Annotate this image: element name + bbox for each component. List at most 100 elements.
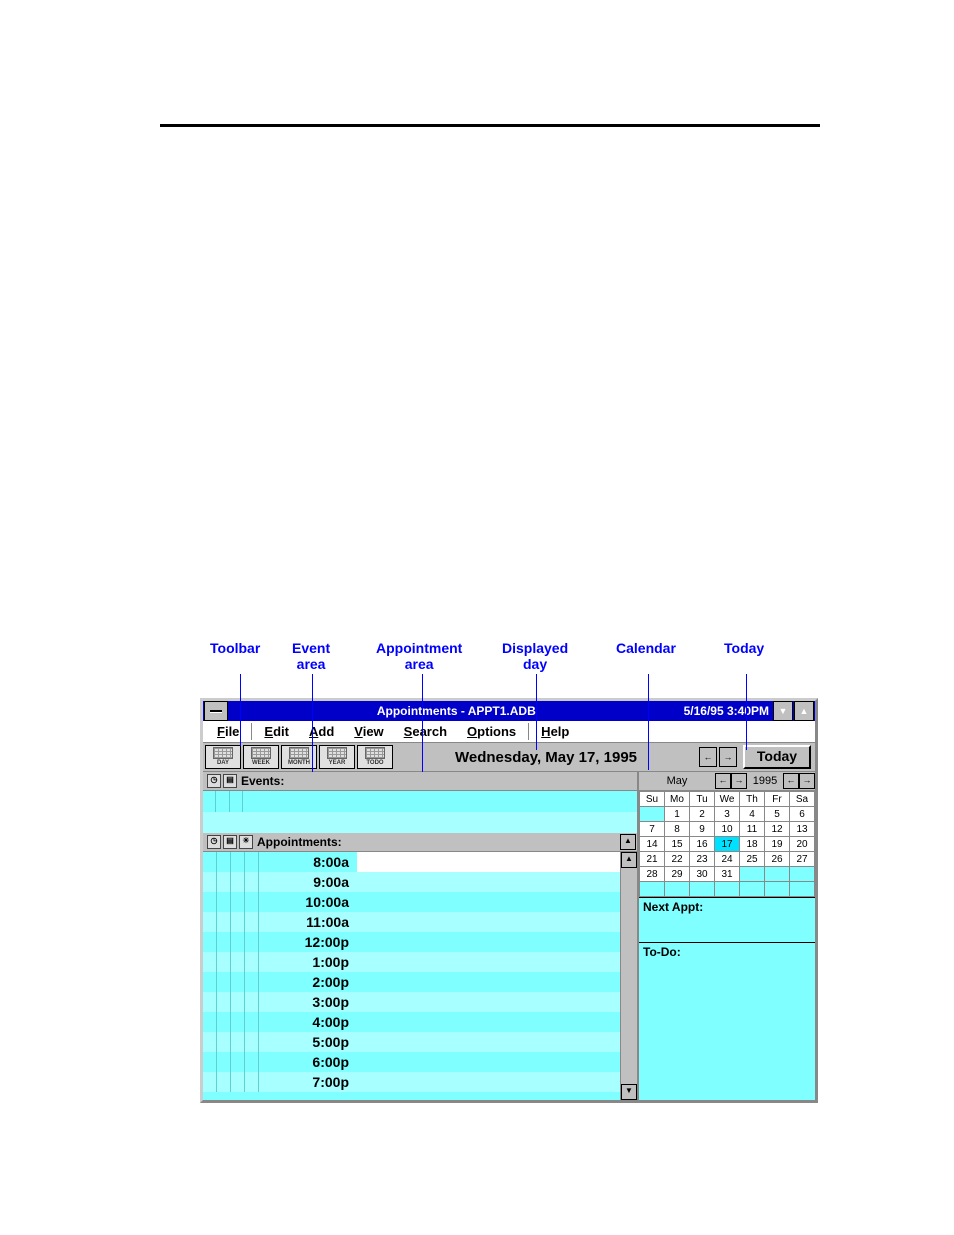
- calendar-cell[interactable]: 20: [790, 837, 815, 852]
- appointment-row[interactable]: 2:00p: [203, 972, 637, 992]
- alarm-icon[interactable]: ☀: [239, 835, 253, 849]
- calendar-cell[interactable]: 29: [665, 867, 690, 882]
- appointments-scrollbar[interactable]: ▲ ▼: [620, 852, 637, 1100]
- appointment-slot[interactable]: [357, 1052, 637, 1072]
- calendar-month: May: [639, 775, 715, 787]
- calendar-cell: [640, 882, 665, 897]
- calendar-cell[interactable]: 16: [690, 837, 715, 852]
- calendar-cell[interactable]: 26: [765, 852, 790, 867]
- next-appt-label: Next Appt:: [643, 900, 703, 914]
- calendar-cell[interactable]: 12: [765, 822, 790, 837]
- calendar-cell: [790, 867, 815, 882]
- menu-edit[interactable]: Edit: [254, 723, 299, 740]
- toolbar-todo-button[interactable]: TODO: [357, 745, 393, 769]
- calendar-cell[interactable]: 4: [740, 807, 765, 822]
- titlebar-datetime: 5/16/95 3:40PM: [684, 704, 769, 718]
- scroll-up-button[interactable]: ▲: [620, 834, 636, 850]
- prev-year-button[interactable]: ←: [783, 773, 799, 789]
- calendar-cell[interactable]: 17: [715, 837, 740, 852]
- prev-day-button[interactable]: ←: [699, 747, 717, 767]
- clock-icon[interactable]: ◷: [207, 774, 221, 788]
- appointment-row[interactable]: 12:00p: [203, 932, 637, 952]
- calendar-cell[interactable]: 10: [715, 822, 740, 837]
- appointment-row[interactable]: 4:00p: [203, 1012, 637, 1032]
- menu-view[interactable]: View: [344, 723, 393, 740]
- calendar-cell[interactable]: 25: [740, 852, 765, 867]
- next-month-button[interactable]: →: [731, 773, 747, 789]
- calendar-cell[interactable]: 11: [740, 822, 765, 837]
- appointment-row[interactable]: 6:00p: [203, 1052, 637, 1072]
- events-heading-label: Events:: [241, 774, 284, 788]
- calendar-cell[interactable]: 28: [640, 867, 665, 882]
- menu-add[interactable]: Add: [299, 723, 344, 740]
- calendar-cell[interactable]: 2: [690, 807, 715, 822]
- calendar-cell[interactable]: 6: [790, 807, 815, 822]
- calendar-cell[interactable]: 3: [715, 807, 740, 822]
- toolbar-day-button[interactable]: DAY: [205, 745, 241, 769]
- menu-search[interactable]: Search: [394, 723, 457, 740]
- today-button[interactable]: Today: [743, 745, 811, 769]
- appointment-time: 11:00a: [259, 914, 357, 930]
- appointment-slot[interactable]: [357, 932, 637, 952]
- calendar-cell: [790, 882, 815, 897]
- calendar-cell[interactable]: 5: [765, 807, 790, 822]
- toolbar-week-button[interactable]: WEEK: [243, 745, 279, 769]
- calendar-cell[interactable]: 27: [790, 852, 815, 867]
- menu-help[interactable]: Help: [531, 723, 579, 740]
- appointments-heading-label: Appointments:: [257, 835, 342, 849]
- calendar-cell[interactable]: 24: [715, 852, 740, 867]
- calendar-cell[interactable]: 23: [690, 852, 715, 867]
- calendar-header: May ← → 1995 ← →: [639, 772, 815, 791]
- calendar-cell[interactable]: 19: [765, 837, 790, 852]
- divider: [160, 124, 820, 127]
- appointment-row[interactable]: 10:00a: [203, 892, 637, 912]
- appointment-row[interactable]: 7:00p: [203, 1072, 637, 1092]
- appointment-slot[interactable]: [357, 912, 637, 932]
- note-icon[interactable]: ▤: [223, 774, 237, 788]
- appointment-slot[interactable]: [357, 1072, 637, 1092]
- next-year-button[interactable]: →: [799, 773, 815, 789]
- toolbar: DAY WEEK MONTH YEAR TODO Wednesday, May …: [203, 743, 815, 772]
- menu-options[interactable]: Options: [457, 723, 526, 740]
- calendar-cell[interactable]: 15: [665, 837, 690, 852]
- events-area[interactable]: [203, 791, 637, 833]
- toolbar-year-button[interactable]: YEAR: [319, 745, 355, 769]
- calendar-cell[interactable]: 7: [640, 822, 665, 837]
- appointment-time: 10:00a: [259, 894, 357, 910]
- calendar-cell[interactable]: 30: [690, 867, 715, 882]
- note-icon[interactable]: ▤: [223, 835, 237, 849]
- appointment-slot[interactable]: [357, 852, 637, 872]
- calendar-cell[interactable]: 31: [715, 867, 740, 882]
- appointment-row[interactable]: 3:00p: [203, 992, 637, 1012]
- calendar-cell[interactable]: 13: [790, 822, 815, 837]
- label-appointment-area: Appointment area: [376, 640, 462, 672]
- appointment-slot[interactable]: [357, 992, 637, 1012]
- calendar-cell[interactable]: 1: [665, 807, 690, 822]
- calendar-cell[interactable]: 8: [665, 822, 690, 837]
- next-day-button[interactable]: →: [719, 747, 737, 767]
- calendar-cell[interactable]: 14: [640, 837, 665, 852]
- label-calendar: Calendar: [616, 640, 676, 656]
- appointment-row[interactable]: 8:00a: [203, 852, 637, 872]
- prev-month-button[interactable]: ←: [715, 773, 731, 789]
- calendar-cell[interactable]: 22: [665, 852, 690, 867]
- appointment-slot[interactable]: [357, 952, 637, 972]
- appointment-slot[interactable]: [357, 1032, 637, 1052]
- appointment-slot[interactable]: [357, 872, 637, 892]
- appointment-row[interactable]: 1:00p: [203, 952, 637, 972]
- maximize-button[interactable]: ▲: [794, 701, 814, 721]
- clock-icon[interactable]: ◷: [207, 835, 221, 849]
- calendar-cell[interactable]: 9: [690, 822, 715, 837]
- calendar-cell[interactable]: 21: [640, 852, 665, 867]
- calendar-cell[interactable]: 18: [740, 837, 765, 852]
- appointment-slot[interactable]: [357, 972, 637, 992]
- appointment-slot[interactable]: [357, 1012, 637, 1032]
- annotation-labels: Toolbar Event area Appointment area Disp…: [200, 640, 818, 698]
- appointment-row[interactable]: 9:00a: [203, 872, 637, 892]
- appointment-row[interactable]: 11:00a: [203, 912, 637, 932]
- menu-file[interactable]: File: [207, 723, 249, 740]
- minimize-button[interactable]: ▼: [773, 701, 793, 721]
- appointment-row[interactable]: 5:00p: [203, 1032, 637, 1052]
- system-menu-icon[interactable]: [204, 701, 228, 721]
- appointment-slot[interactable]: [357, 892, 637, 912]
